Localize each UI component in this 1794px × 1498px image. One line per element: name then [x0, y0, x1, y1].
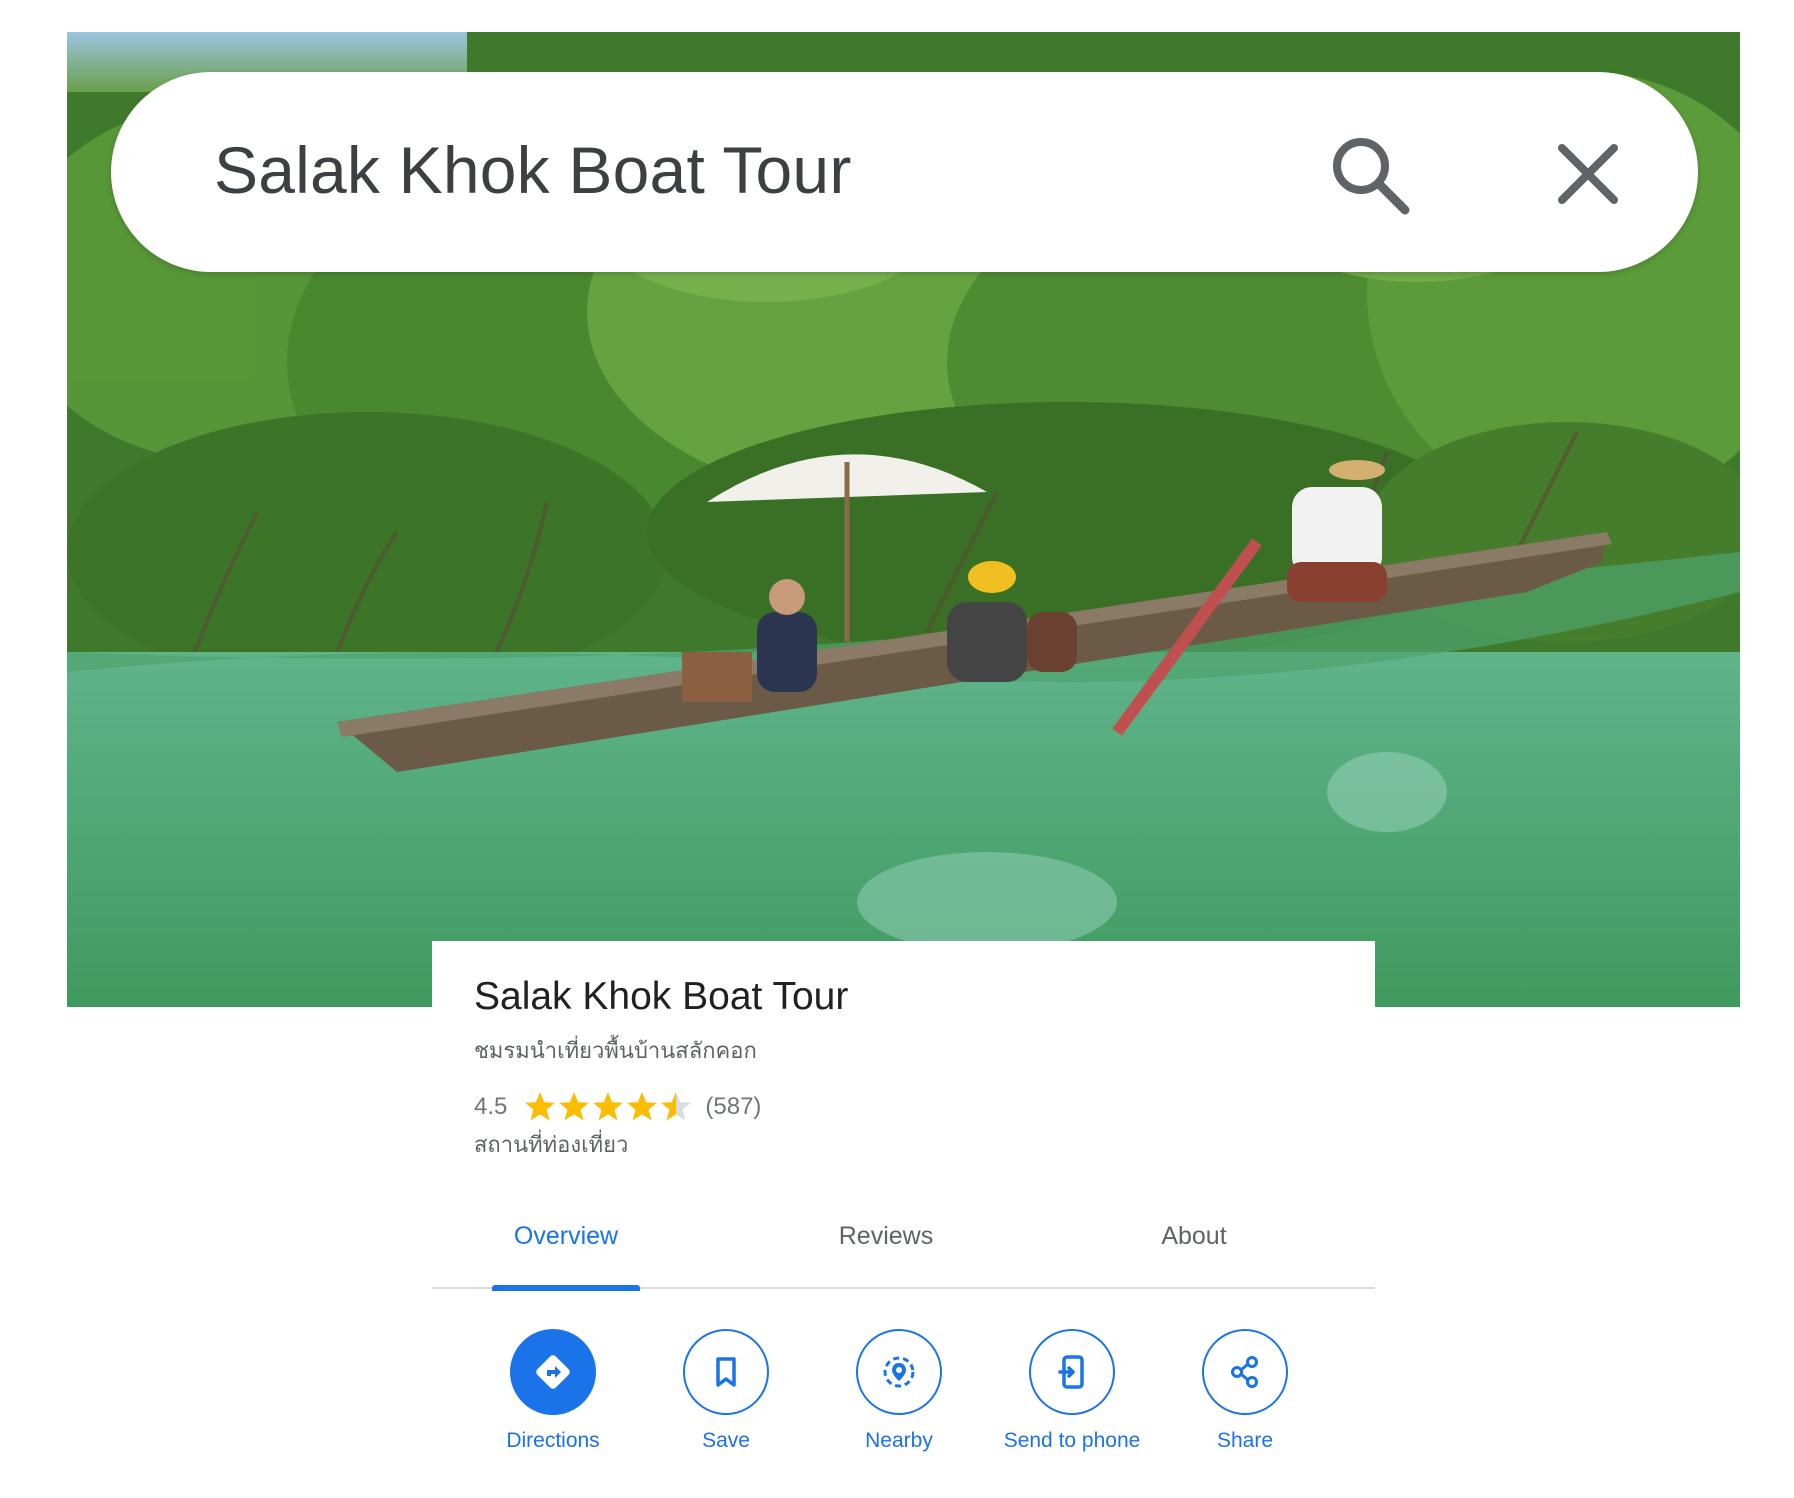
- rating-stars: [523, 1090, 693, 1124]
- place-card: Salak Khok Boat Tour ชมรมนำเที่ยวพื้นบ้า…: [432, 941, 1375, 1498]
- place-category: สถานที่ท่องเที่ยว: [474, 1132, 629, 1157]
- tab-about[interactable]: About: [1124, 1205, 1264, 1289]
- star-icon: [559, 1092, 590, 1121]
- nearby-icon: [856, 1329, 942, 1415]
- star-icon: [525, 1092, 556, 1121]
- active-tab-indicator: [492, 1285, 640, 1291]
- star-icon: [593, 1092, 624, 1121]
- rating-value: 4.5: [474, 1093, 508, 1120]
- send-to-phone-button[interactable]: Send to phone: [977, 1329, 1167, 1455]
- bookmark-icon: [683, 1329, 769, 1415]
- maps-place-view: Salak Khok Boat Tour Salak Khok Boat Tou…: [0, 0, 1794, 1498]
- place-title: Salak Khok Boat Tour: [474, 975, 849, 1018]
- directions-icon: [510, 1329, 596, 1415]
- rating-row: 4.5 (587): [474, 1087, 761, 1127]
- close-icon[interactable]: [1548, 134, 1628, 214]
- search-bar[interactable]: Salak Khok Boat Tour: [111, 72, 1698, 272]
- place-subtitle: ชมรมนำเที่ยวพื้นบ้านสลักคอก: [474, 1038, 757, 1063]
- search-input[interactable]: Salak Khok Boat Tour: [214, 130, 852, 210]
- tab-reviews[interactable]: Reviews: [806, 1205, 966, 1289]
- tab-label: About: [1161, 1222, 1227, 1250]
- star-icon: [627, 1092, 658, 1121]
- nearby-button[interactable]: Nearby: [804, 1329, 994, 1455]
- share-button[interactable]: Share: [1150, 1329, 1340, 1455]
- send-to-phone-icon: [1029, 1329, 1115, 1415]
- place-tabs: Overview Reviews About: [432, 1205, 1375, 1291]
- tab-label: Reviews: [838, 1222, 934, 1250]
- action-label: Nearby: [865, 1429, 933, 1452]
- save-button[interactable]: Save: [631, 1329, 821, 1455]
- tab-label: Overview: [513, 1222, 619, 1250]
- action-buttons: Directions Save Nearby Send to phone Sha…: [432, 1329, 1375, 1469]
- action-label: Directions: [506, 1429, 600, 1452]
- search-icon[interactable]: [1325, 130, 1415, 220]
- directions-button[interactable]: Directions: [458, 1329, 648, 1455]
- review-count-link[interactable]: (587): [705, 1093, 761, 1121]
- star-icon: [661, 1092, 692, 1121]
- share-icon: [1202, 1329, 1288, 1415]
- tab-overview[interactable]: Overview: [492, 1205, 640, 1291]
- action-label: Send to phone: [1003, 1429, 1141, 1452]
- action-label: Save: [702, 1429, 750, 1452]
- action-label: Share: [1216, 1429, 1274, 1452]
